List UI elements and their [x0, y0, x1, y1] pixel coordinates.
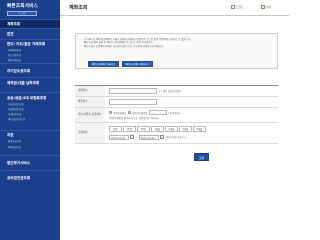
- inquiry-form: 계좌번호 ('-' 없이 숫자만 입력) 비밀번호 주민/사업자 등록번호 주민…: [75, 85, 278, 144]
- id-row: 주민/사업자 등록번호 주민등록번호 사업자등록번호 ( 앞 6자리 ) (주민…: [75, 108, 278, 123]
- period-6months-button[interactable]: 6개월: [193, 126, 206, 132]
- calendar-icon[interactable]: [160, 135, 165, 140]
- resident-radio-label: 주민등록번호: [113, 111, 127, 115]
- save-icon: [261, 5, 265, 9]
- sidebar-item-fx[interactable]: 외환: [0, 130, 60, 139]
- printer-icon: [231, 5, 235, 9]
- notice-box: 본 서비스는 빠른조회계좌로 등록된 계좌에 대하여 공인인증서 로그인 없이 …: [75, 33, 278, 69]
- password-input[interactable]: [109, 99, 157, 105]
- id-hint: ( 앞 6자리 ): [168, 111, 181, 115]
- brand-title: 빠른조회서비스: [7, 4, 38, 9]
- account-row: 계좌번호 ('-' 없이 숫자만 입력): [75, 86, 278, 97]
- page-header: 계좌조회 프린트 저장: [60, 0, 289, 16]
- account-input[interactable]: [109, 88, 157, 94]
- save-button[interactable]: 저장: [261, 5, 271, 9]
- period-2months-button[interactable]: 2개월: [165, 126, 178, 132]
- sidebar-item-tax-insurance[interactable]: 공공/세금/4대 보험료조회: [0, 92, 60, 102]
- period-buttons: 당일 1주일 15일 1개월 2개월 3개월 6개월: [109, 126, 206, 132]
- period-1week-button[interactable]: 1주일: [123, 126, 136, 132]
- sidebar-item-corporate[interactable]: 법인부가서비스: [0, 154, 60, 170]
- date-note: (최대 3개월 조회가능): [165, 136, 187, 140]
- brand: 빠른조회서비스 로그인: [0, 0, 60, 19]
- from-date-input[interactable]: 2016-03-06: [109, 134, 129, 140]
- period-1month-button[interactable]: 1개월: [151, 126, 164, 132]
- period-row: 조회기간 당일 1주일 15일 1개월 2개월 3개월 6개월 2016-03-…: [75, 123, 278, 144]
- print-label: 프린트: [236, 6, 244, 9]
- period-today-button[interactable]: 당일: [109, 126, 122, 132]
- id-label: 주민/사업자 등록번호: [75, 108, 105, 122]
- notice-line: 빠른조회는 본인명의 계좌만 가능하며 통장 분실 시 보안에 유의하시기 바랍…: [81, 45, 272, 49]
- sidebar-subitem[interactable]: 외화예금조회: [0, 145, 60, 150]
- id-note: (주민등록번호 앞 6자리 또는 사업자번호 10자리): [109, 117, 159, 121]
- period-15days-button[interactable]: 15일: [137, 126, 150, 132]
- sidebar-item-pension[interactable]: 공무원연금조회: [0, 169, 60, 185]
- password-row: 비밀번호: [75, 97, 278, 108]
- search-button[interactable]: 조회: [194, 153, 209, 161]
- register-quick-account-button[interactable]: 빠른조회계좌 등록하기: [88, 61, 119, 67]
- sidebar-item-fund-card[interactable]: 펀드/ 카드/출금 거래조회: [0, 39, 60, 48]
- sidebar-item-deposit-loan[interactable]: 예적금/대출 납부조회: [0, 77, 60, 92]
- save-label: 저장: [266, 6, 271, 9]
- business-radio-label: 사업자등록번호: [132, 111, 148, 115]
- sidebar-item-cashier-check[interactable]: 자기앞수표조회: [0, 63, 60, 77]
- resident-radio[interactable]: [109, 111, 112, 114]
- to-date-input[interactable]: 2016-03-06: [138, 134, 159, 140]
- sidebar: 빠른조회서비스 로그인 계좌조회 환전 펀드/ 카드/출금 거래조회 거래내역조…: [0, 0, 60, 240]
- password-label: 비밀번호: [75, 97, 105, 107]
- business-radio[interactable]: [127, 111, 131, 114]
- period-label: 조회기간: [75, 123, 105, 143]
- print-button[interactable]: 프린트: [231, 5, 243, 9]
- notice-buttons: 빠른조회계좌 등록하기 빠른조회계좌 해지하기: [88, 61, 153, 67]
- sidebar-item-exchange[interactable]: 환전: [0, 28, 60, 39]
- cancel-quick-account-button[interactable]: 빠른조회계좌 해지하기: [121, 61, 153, 67]
- account-label: 계좌번호: [75, 86, 105, 96]
- sidebar-subitem[interactable]: 4대보험납부조회: [0, 117, 60, 122]
- account-hint: ('-' 없이 숫자만 입력): [159, 90, 181, 93]
- login-button[interactable]: 로그인: [7, 11, 37, 16]
- main-content: 계좌조회 프린트 저장 본 서비스는 빠른조회계좌로 등록된 계좌에 대하여 공…: [60, 0, 289, 240]
- page-title: 계좌조회: [69, 5, 88, 11]
- id-input[interactable]: [148, 109, 167, 116]
- sidebar-item-account-inquiry[interactable]: 계좌조회: [0, 19, 60, 28]
- period-3months-button[interactable]: 3개월: [179, 126, 192, 132]
- calendar-icon[interactable]: [130, 135, 135, 140]
